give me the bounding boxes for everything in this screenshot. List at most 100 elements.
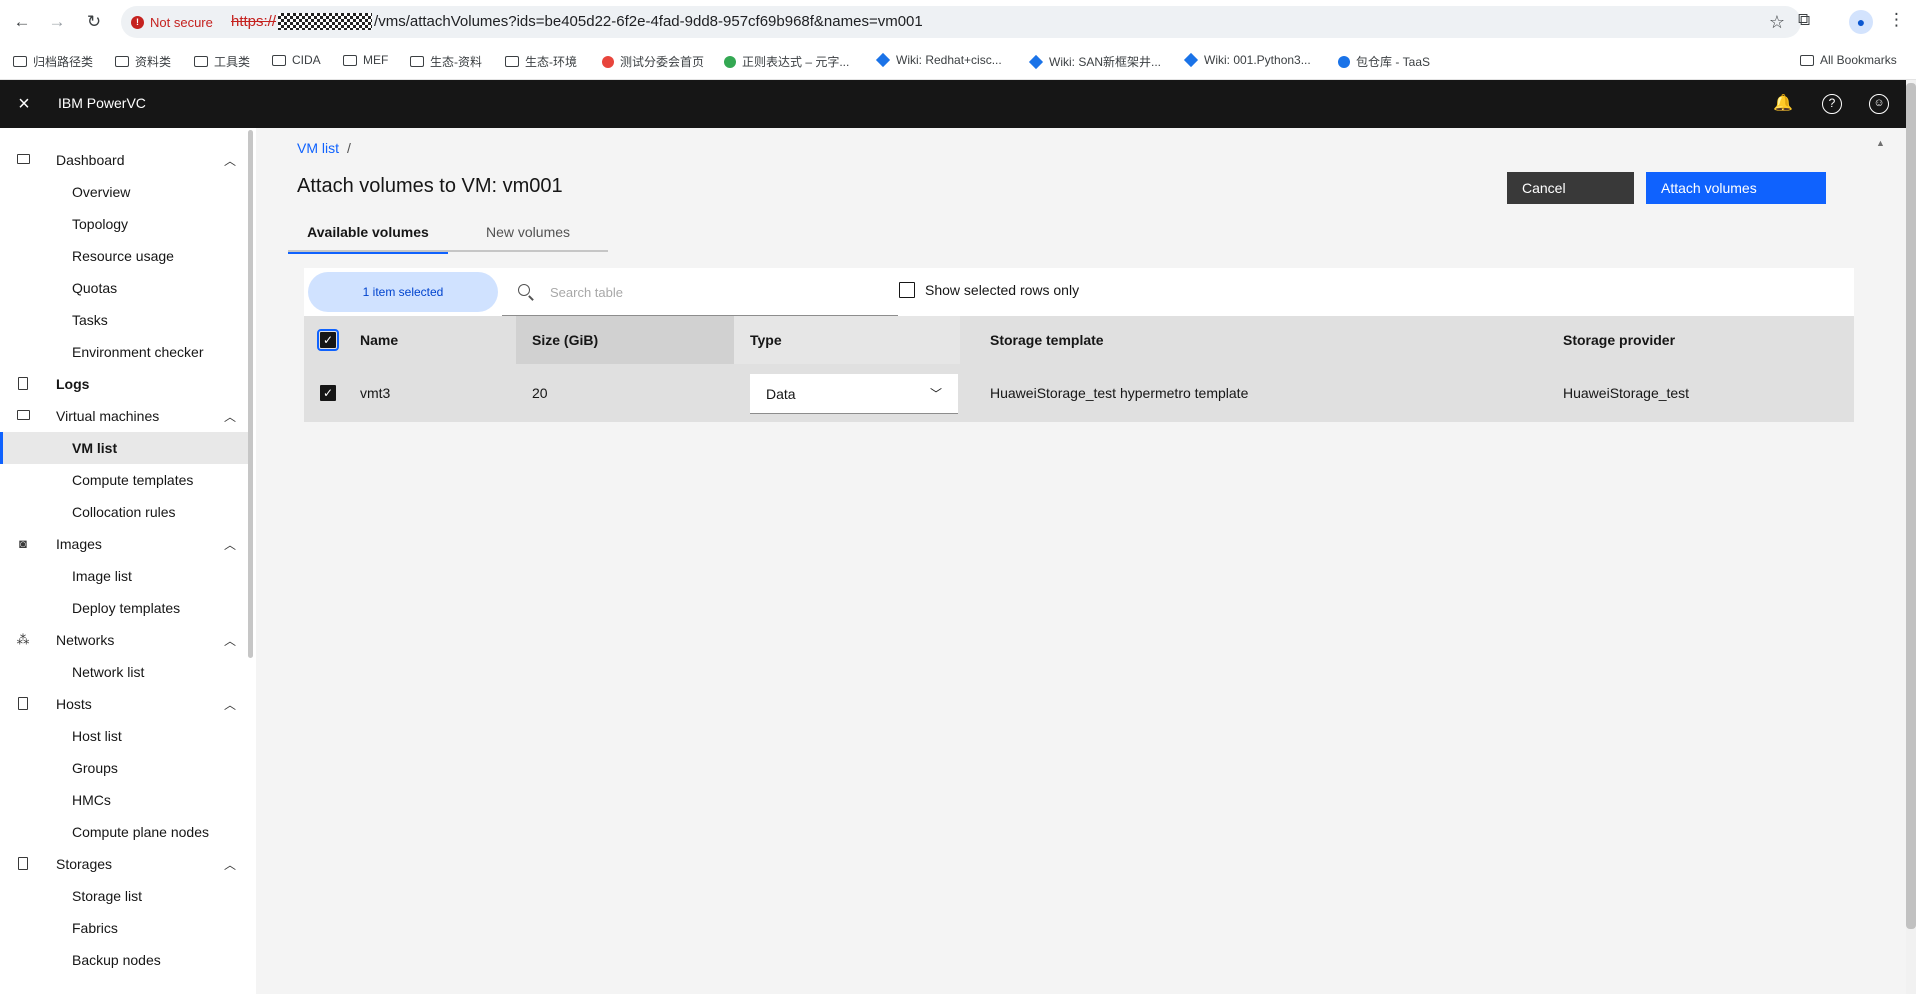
sidebar-scrollbar[interactable] xyxy=(248,130,253,658)
sidebar-item-vm-list[interactable]: VM list xyxy=(0,432,248,464)
bookmark-item[interactable]: 包仓库 - TaaS xyxy=(1338,53,1430,70)
sidebar-item-compute-plane-nodes[interactable]: Compute plane nodes xyxy=(0,816,248,848)
extensions-icon[interactable]: ⧉ xyxy=(1798,10,1810,30)
column-header-type[interactable]: Type xyxy=(734,316,960,364)
warning-icon: ! xyxy=(131,15,144,29)
url-text[interactable]: https:// /vms/attachVolumes?ids=be405d22… xyxy=(231,13,923,30)
user-avatar-icon[interactable]: ☺ xyxy=(1869,94,1889,114)
sidebar-item-backup-nodes[interactable]: Backup nodes xyxy=(0,944,248,976)
chevron-up-icon: ︿ xyxy=(224,697,237,712)
security-label: Not secure xyxy=(150,14,213,30)
sidebar-item-storage-list[interactable]: Storage list xyxy=(0,880,248,912)
forward-icon[interactable]: → xyxy=(45,10,69,34)
cancel-button[interactable]: Cancel xyxy=(1507,172,1634,204)
table-toolbar: 1 item selected Show selected rows only xyxy=(304,268,1854,316)
reload-icon[interactable]: ↻ xyxy=(82,10,106,34)
tab-new-volumes[interactable]: New volumes xyxy=(448,212,608,252)
folder-icon xyxy=(1800,54,1814,66)
bookmarks-bar: 归档路径类 资料类 工具类 CIDA MEF 生态-资料 生态-环境 测试分委会… xyxy=(0,44,1916,80)
notification-bell-icon[interactable]: 🔔 xyxy=(1773,94,1793,114)
page-scrollbar-thumb[interactable] xyxy=(1906,83,1916,929)
bookmark-item[interactable]: 测试分委会首页 xyxy=(602,53,704,70)
address-bar[interactable]: ! Not secure https:// /vms/attachVolumes… xyxy=(121,6,1801,38)
sidebar: Dashboard ︿ Overview Topology Resource u… xyxy=(0,128,256,994)
sidebar-group-logs[interactable]: Logs xyxy=(0,368,248,400)
bookmark-item[interactable]: MEF xyxy=(343,53,388,67)
sidebar-item-deploy-templates[interactable]: Deploy templates xyxy=(0,592,248,624)
document-icon xyxy=(15,377,31,391)
bookmark-item[interactable]: 归档路径类 xyxy=(13,53,93,70)
sidebar-group-virtual-machines[interactable]: Virtual machines ︿ xyxy=(0,400,248,432)
menu-kebab-icon[interactable]: ⋮ xyxy=(1888,10,1905,30)
close-menu-icon[interactable]: × xyxy=(12,92,36,116)
bookmark-item[interactable]: 资料类 xyxy=(115,53,171,70)
sidebar-group-hosts[interactable]: Hosts ︿ xyxy=(0,688,248,720)
page-title: Attach volumes to VM: vm001 xyxy=(297,175,563,197)
sidebar-item-compute-templates[interactable]: Compute templates xyxy=(0,464,248,496)
sidebar-item-hmcs[interactable]: HMCs xyxy=(0,784,248,816)
redacted-host xyxy=(278,13,373,30)
sidebar-item-network-list[interactable]: Network list xyxy=(0,656,248,688)
app-title: IBM PowerVC xyxy=(58,95,146,111)
column-header-storage-provider[interactable]: Storage provider xyxy=(1563,316,1843,364)
scroll-up-icon[interactable]: ▲ xyxy=(1876,138,1885,148)
sidebar-group-dashboard[interactable]: Dashboard ︿ xyxy=(0,144,248,176)
sidebar-item-resource-usage[interactable]: Resource usage xyxy=(0,240,248,272)
column-header-name[interactable]: Name xyxy=(360,316,510,364)
site-icon xyxy=(724,55,736,68)
column-header-storage-template[interactable]: Storage template xyxy=(990,316,1490,364)
folder-icon xyxy=(272,54,286,66)
sidebar-item-collocation-rules[interactable]: Collocation rules xyxy=(0,496,248,528)
bookmark-item[interactable]: 生态-资料 xyxy=(410,53,482,70)
show-selected-checkbox[interactable] xyxy=(899,282,915,298)
sidebar-item-fabrics[interactable]: Fabrics xyxy=(0,912,248,944)
tab-available-volumes[interactable]: Available volumes xyxy=(288,212,448,254)
all-bookmarks[interactable]: All Bookmarks xyxy=(1800,53,1897,67)
select-all-checkbox[interactable]: ✓ xyxy=(317,329,339,351)
cell-storage-provider: HuaweiStorage_test xyxy=(1563,385,1690,401)
bookmark-item[interactable]: Wiki: SAN新框架井... xyxy=(1028,53,1161,70)
sidebar-item-tasks[interactable]: Tasks xyxy=(0,304,248,336)
sidebar-item-environment-checker[interactable]: Environment checker xyxy=(0,336,248,368)
bookmark-item[interactable]: CIDA xyxy=(272,53,321,67)
bookmark-item[interactable]: Wiki: Redhat+cisc... xyxy=(875,52,1002,68)
search-input[interactable] xyxy=(550,280,880,304)
chevron-up-icon: ︿ xyxy=(224,409,237,424)
folder-icon xyxy=(13,56,27,67)
row-select-checkbox[interactable]: ✓ xyxy=(320,385,336,401)
sidebar-item-topology[interactable]: Topology xyxy=(0,208,248,240)
chevron-up-icon: ︿ xyxy=(224,857,237,872)
sidebar-item-quotas[interactable]: Quotas xyxy=(0,272,248,304)
wiki-icon xyxy=(875,52,891,68)
security-chip[interactable]: ! Not secure xyxy=(131,12,213,32)
column-header-size[interactable]: Size (GiB) xyxy=(516,316,734,364)
sidebar-group-images[interactable]: ◙ Images ︿ xyxy=(0,528,248,560)
sidebar-item-host-list[interactable]: Host list xyxy=(0,720,248,752)
profile-icon[interactable]: ● xyxy=(1849,10,1873,34)
volume-type-select[interactable]: Data ﹀ xyxy=(750,374,958,414)
sidebar-group-networks[interactable]: ⁂ Networks ︿ xyxy=(0,624,248,656)
back-icon[interactable]: ← xyxy=(10,10,34,34)
attach-volumes-button[interactable]: Attach volumes xyxy=(1646,172,1826,204)
sidebar-group-storages[interactable]: Storages ︿ xyxy=(0,848,248,880)
volume-type-value: Data xyxy=(766,386,796,402)
storage-icon xyxy=(15,857,31,871)
bookmark-item[interactable]: 生态-环境 xyxy=(505,53,577,70)
bookmark-item[interactable]: Wiki: 001.Python3... xyxy=(1183,52,1311,68)
main-content: VM list / ▲ Attach volumes to VM: vm001 … xyxy=(256,128,1906,994)
sidebar-item-groups[interactable]: Groups xyxy=(0,752,248,784)
bookmark-star-icon[interactable]: ☆ xyxy=(1769,12,1785,33)
cell-name: vmt3 xyxy=(360,385,391,401)
search-icon xyxy=(518,284,530,296)
site-icon xyxy=(602,55,614,68)
sidebar-item-overview[interactable]: Overview xyxy=(0,176,248,208)
show-selected-toggle[interactable]: Show selected rows only xyxy=(899,282,1079,298)
breadcrumb-separator: / xyxy=(347,140,351,156)
bookmark-item[interactable]: 正则表达式 – 元字... xyxy=(724,53,849,70)
sidebar-item-image-list[interactable]: Image list xyxy=(0,560,248,592)
camera-icon: ◙ xyxy=(19,536,27,551)
help-icon[interactable]: ? xyxy=(1822,94,1842,114)
browser-toolbar: ← → ↻ ! Not secure https:// /vms/attachV… xyxy=(0,0,1916,44)
bookmark-item[interactable]: 工具类 xyxy=(194,53,250,70)
breadcrumb-vm-list-link[interactable]: VM list xyxy=(297,140,339,156)
